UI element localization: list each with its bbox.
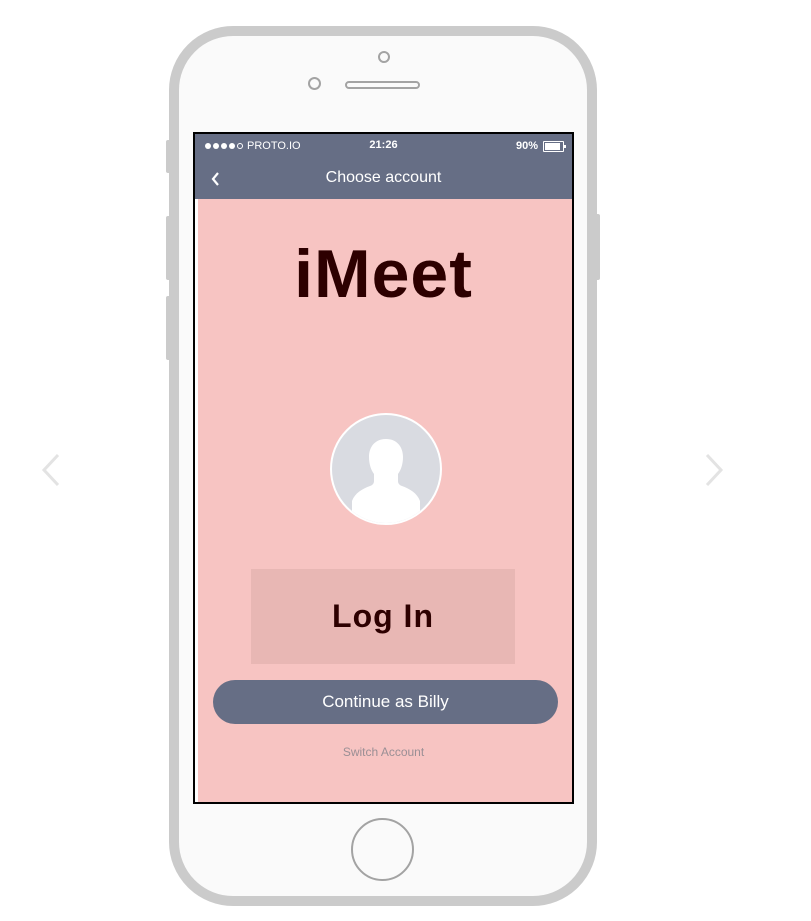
- app-header: PROTO.IO 21:26 90% Choose account: [195, 134, 572, 199]
- chevron-right-icon: [705, 453, 724, 487]
- main-content: iMeet Log In Continue as Billy Switch Ac…: [195, 199, 572, 802]
- home-button[interactable]: [351, 818, 414, 881]
- switch-account-link[interactable]: Switch Account: [195, 745, 572, 759]
- continue-as-user-button[interactable]: Continue as Billy: [213, 680, 558, 724]
- earpiece-speaker: [345, 81, 420, 89]
- status-battery: 90%: [515, 140, 566, 152]
- app-logo: iMeet: [294, 236, 473, 312]
- login-button[interactable]: Log In: [251, 569, 515, 664]
- next-screen-arrow[interactable]: [697, 452, 731, 488]
- phone-screen: PROTO.IO 21:26 90% Choose account iMeet …: [193, 132, 574, 804]
- page-title: Choose account: [325, 169, 442, 186]
- user-silhouette-icon: [352, 439, 420, 523]
- prev-screen-arrow[interactable]: [36, 452, 70, 488]
- avatar: [330, 413, 442, 525]
- front-camera: [378, 51, 390, 63]
- battery-percent: 90%: [515, 140, 538, 152]
- proximity-sensor: [308, 77, 321, 90]
- battery-icon: [543, 140, 566, 152]
- chevron-left-icon: [41, 453, 60, 487]
